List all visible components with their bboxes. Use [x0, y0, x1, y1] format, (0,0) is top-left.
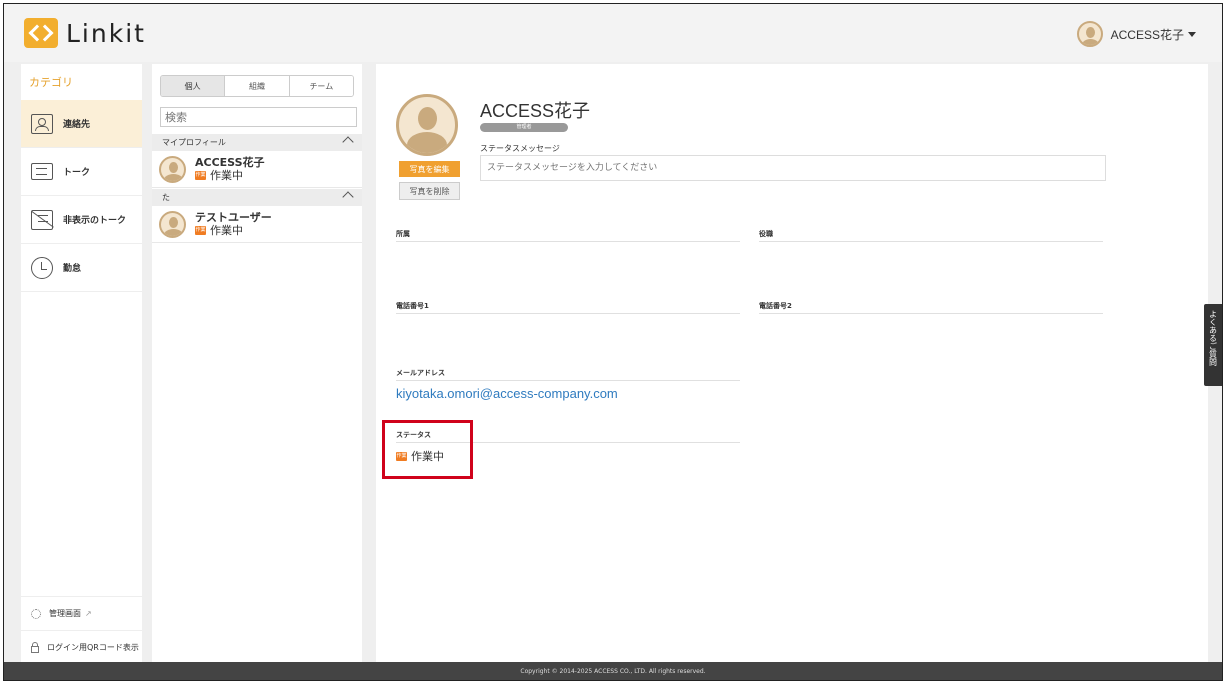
top-header: Linkit ACCESS花子 [4, 4, 1222, 62]
caret-down-icon [1188, 31, 1196, 37]
edit-photo-button[interactable]: 写真を編集 [399, 161, 460, 177]
app-window: Linkit ACCESS花子 カテゴリ 連絡先 トーク 非表示のトーク 勤怠 [3, 3, 1223, 681]
group-header-my-profile[interactable]: マイプロフィール [152, 134, 362, 151]
hidden-chat-icon [31, 209, 53, 230]
profile-panel: 写真を編集 写真を削除 ACCESS花子 管理者 ステータスメッセージ 所属 役… [376, 64, 1208, 664]
contact-status-text: 作業中 [210, 223, 243, 237]
status-message-label: ステータスメッセージ [480, 144, 560, 153]
user-menu-name: ACCESS花子 [1110, 27, 1184, 42]
affiliation-label: 所属 [396, 229, 740, 242]
highlight-annotation [382, 420, 473, 479]
user-avatar-icon [1076, 21, 1103, 47]
linkit-logo-icon [24, 18, 58, 48]
login-qr-label: ログイン用QRコード表示 [47, 643, 139, 652]
sidebar-bottom-links: 管理画面 ↗ ログイン用QRコード表示 [21, 596, 142, 664]
sidebar-item-label: 連絡先 [63, 120, 91, 130]
contact-item[interactable]: テストユーザー 作業 作業中 [152, 206, 362, 243]
category-sidebar: カテゴリ 連絡先 トーク 非表示のトーク 勤怠 管理画面 ↗ ログイン用QRコー [21, 64, 142, 664]
email-label: メールアドレス [396, 368, 740, 381]
chevron-up-icon [342, 191, 354, 203]
copyright-text: Copyright © 2014-2025 ACCESS CO., LTD. A… [520, 667, 706, 675]
category-title: カテゴリ [29, 76, 73, 89]
external-link-icon: ↗ [85, 609, 92, 618]
login-qr-link[interactable]: ログイン用QRコード表示 [21, 630, 142, 664]
chevron-up-icon [342, 136, 354, 148]
role-badge: 管理者 [480, 123, 568, 132]
status-badge: 作業 [195, 171, 206, 180]
linkit-logo[interactable]: Linkit [24, 18, 146, 48]
avatar-icon [159, 155, 186, 183]
avatar-icon [159, 210, 186, 238]
logo-text: Linkit [66, 18, 146, 48]
gear-icon [31, 608, 41, 619]
contact-status: 作業 作業中 [195, 169, 265, 183]
contact-name: テストユーザー [195, 210, 272, 224]
contact-item[interactable]: ACCESS花子 作業 作業中 [152, 151, 362, 188]
tab-team[interactable]: チーム [289, 76, 353, 96]
lock-icon [31, 641, 39, 653]
group-header-ta[interactable]: た [152, 189, 362, 206]
search-input[interactable] [160, 107, 357, 127]
status-badge: 作業 [195, 226, 206, 235]
tab-organization[interactable]: 組織 [225, 76, 290, 96]
footer: Copyright © 2014-2025 ACCESS CO., LTD. A… [4, 662, 1222, 680]
contact-book-icon [31, 113, 53, 134]
sidebar-item-label: 非表示のトーク [63, 216, 127, 226]
group-header-label: マイプロフィール [162, 138, 226, 147]
status-message-input[interactable] [480, 155, 1106, 181]
user-menu[interactable]: ACCESS花子 [1076, 21, 1196, 47]
profile-photo [396, 94, 458, 156]
contact-status-text: 作業中 [210, 168, 243, 182]
contact-tabs: 個人 組織 チーム [160, 75, 354, 97]
phone1-label: 電話番号1 [396, 301, 740, 314]
profile-name: ACCESS花子 [480, 101, 591, 121]
contact-name: ACCESS花子 [195, 155, 265, 169]
sidebar-item-attendance[interactable]: 勤怠 [21, 244, 142, 292]
contact-status: 作業 作業中 [195, 224, 272, 238]
chat-icon [31, 163, 53, 180]
tab-individual[interactable]: 個人 [161, 76, 226, 96]
phone2-label: 電話番号2 [759, 301, 1103, 314]
faq-tab[interactable]: よくあるご質問 [1204, 304, 1222, 386]
sidebar-item-label: トーク [63, 168, 91, 178]
admin-console-link[interactable]: 管理画面 ↗ [21, 596, 142, 630]
position-label: 役職 [759, 229, 1103, 242]
email-link[interactable]: kiyotaka.omori@access-company.com [396, 386, 618, 401]
delete-photo-button[interactable]: 写真を削除 [399, 182, 460, 200]
sidebar-item-label: 勤怠 [63, 264, 82, 274]
profile-avatar-icon [396, 94, 458, 156]
admin-console-label: 管理画面 [49, 609, 81, 618]
clock-icon [31, 256, 53, 279]
sidebar-item-talk[interactable]: トーク [21, 148, 142, 196]
group-header-label: た [162, 193, 170, 202]
sidebar-item-hidden-talk[interactable]: 非表示のトーク [21, 196, 142, 244]
contacts-panel: 個人 組織 チーム マイプロフィール ACCESS花子 作業 作業中 た [152, 64, 362, 664]
sidebar-item-contacts[interactable]: 連絡先 [21, 100, 142, 148]
